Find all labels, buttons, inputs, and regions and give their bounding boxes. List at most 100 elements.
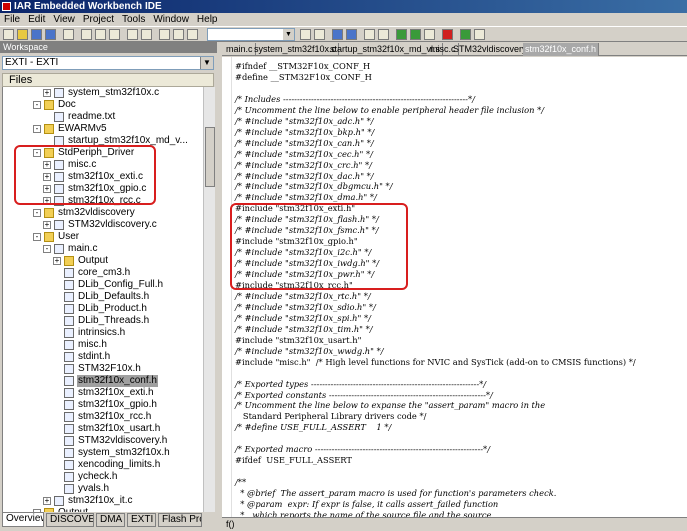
tab-flash-prog[interactable]: Flash Prog (158, 513, 202, 527)
editor-tab-stm32f10x-conf-h[interactable]: stm32f10x_conf.h (523, 43, 600, 56)
collapse-icon[interactable]: - (43, 245, 51, 253)
bookmark-icon[interactable] (332, 29, 343, 40)
download-debug-icon[interactable] (474, 29, 485, 40)
configuration-select[interactable]: EXTI - EXTI ▼ (2, 56, 214, 70)
code-line: #ifndef __STM32F10x_CONF_H (235, 61, 371, 71)
editor-tab-startup-s[interactable]: startup_stm32f10x_md_vl.s (328, 43, 444, 56)
find-next-icon[interactable] (173, 29, 184, 40)
file-icon (64, 484, 74, 494)
tree-item-label: core_cm3.h (78, 267, 131, 278)
editor-tabs: main.c system_stm32f10x.c startup_stm32f… (222, 42, 687, 56)
window-title: IAR Embedded Workbench IDE (14, 1, 162, 12)
file-icon (64, 340, 74, 350)
tree-item-label: EWARMv5 (58, 123, 107, 134)
folder-icon (44, 232, 54, 242)
tab-exti[interactable]: EXTI (127, 513, 156, 527)
find-icon[interactable] (159, 29, 170, 40)
replace-icon[interactable] (187, 29, 198, 40)
navigate-back-icon[interactable] (364, 29, 375, 40)
navigate-forward-icon[interactable] (378, 29, 389, 40)
menu-tools[interactable]: Tools (118, 13, 149, 26)
tree-item-label: stdint.h (78, 351, 111, 362)
editor-tab-system-c[interactable]: system_stm32f10x.c (252, 43, 340, 56)
tab-dma[interactable]: DMA (96, 513, 125, 527)
save-all-icon[interactable] (45, 29, 56, 40)
file-icon (64, 292, 74, 302)
expand-icon[interactable]: + (43, 497, 51, 505)
menu-file[interactable]: File (0, 13, 24, 26)
debug-icon[interactable] (460, 29, 471, 40)
file-icon (54, 244, 64, 254)
menu-edit[interactable]: Edit (24, 13, 49, 26)
cut-icon[interactable] (81, 29, 92, 40)
code-line: /* #include "stm32f10x_sdio.h" */ (235, 301, 376, 312)
tab-discover[interactable]: DISCOVER (46, 513, 94, 527)
tree-item-label: system_stm32f10x.c (68, 87, 160, 98)
code-editor[interactable]: #ifndef __STM32F10x_CONF_H #define __STM3… (222, 57, 687, 531)
code-line: /* #include "stm32f10x_can.h" */ (235, 137, 374, 148)
find-combo[interactable]: ▼ (207, 28, 295, 41)
save-icon[interactable] (31, 29, 42, 40)
compile-icon[interactable] (396, 29, 407, 40)
menu-project[interactable]: Project (79, 13, 118, 26)
code-line: /* Exported types ----------------------… (235, 378, 487, 389)
go-to-line-icon[interactable] (314, 29, 325, 40)
app-icon (2, 2, 11, 11)
collapse-icon[interactable]: - (33, 101, 41, 109)
tree-item-label: STM32vldiscovery.h (78, 435, 168, 446)
paste-icon[interactable] (109, 29, 120, 40)
file-icon (64, 364, 74, 374)
stop-build-icon[interactable] (424, 29, 435, 40)
open-folder-icon[interactable] (17, 29, 28, 40)
tree-item-label: xencoding_limits.h (78, 459, 161, 470)
editor-gutter[interactable] (222, 57, 232, 531)
undo-icon[interactable] (127, 29, 138, 40)
collapse-icon[interactable]: - (33, 233, 41, 241)
editor-tab-main-c[interactable]: main.c (224, 43, 256, 56)
scrollbar-thumb[interactable] (205, 127, 215, 187)
tree-item-label: stm32f10x_rcc.h (78, 411, 152, 422)
expand-icon[interactable]: + (43, 89, 51, 97)
workspace-title: Workspace (0, 42, 217, 53)
menu-help[interactable]: Help (193, 13, 222, 26)
chevron-down-icon[interactable]: ▼ (283, 29, 294, 40)
tree-item-label: DLib_Threads.h (78, 315, 150, 326)
file-icon (64, 328, 74, 338)
tree-item-label: main.c (68, 243, 98, 254)
tree-item-label: system_stm32f10x.h (78, 447, 170, 458)
function-nav-icon[interactable]: f() (226, 519, 235, 529)
new-file-icon[interactable] (3, 29, 14, 40)
code-line: * @brief The assert_param macro is used … (235, 488, 557, 499)
tree-scrollbar[interactable] (203, 87, 215, 512)
redo-icon[interactable] (141, 29, 152, 40)
expand-icon[interactable]: + (43, 221, 51, 229)
chevron-down-icon[interactable]: ▼ (200, 57, 213, 69)
highlight-enabled-includes (230, 203, 408, 290)
tree-item-label: readme.txt (68, 111, 116, 122)
expand-icon[interactable]: + (53, 257, 61, 265)
title-bar: IAR Embedded Workbench IDE (0, 0, 687, 13)
find-in-files-icon[interactable] (300, 29, 311, 40)
toggle-breakpoint-icon[interactable] (442, 29, 453, 40)
print-icon[interactable] (63, 29, 74, 40)
code-line: /* Exported constants ------------------… (235, 389, 493, 400)
menu-view[interactable]: View (49, 13, 79, 26)
menu-window[interactable]: Window (149, 13, 193, 26)
next-bookmark-icon[interactable] (346, 29, 357, 40)
collapse-icon[interactable]: - (33, 209, 41, 217)
folder-icon (44, 100, 54, 110)
file-icon (64, 268, 74, 278)
folder-icon (44, 208, 54, 218)
tree-item-label: stm32f10x_usart.h (78, 423, 161, 434)
tree-item-label: Output (78, 255, 109, 266)
collapse-icon[interactable]: - (33, 125, 41, 133)
configuration-value: EXTI - EXTI (5, 57, 59, 68)
tab-overview[interactable]: Overview (2, 512, 44, 527)
folder-icon (64, 256, 74, 266)
tree-item-label: stm32f10x_conf.h (77, 375, 158, 387)
make-icon[interactable] (410, 29, 421, 40)
copy-icon[interactable] (95, 29, 106, 40)
files-column-header[interactable]: Files (2, 73, 214, 87)
code-line: /* #include "stm32f10x_bkp.h" */ (235, 126, 375, 137)
tree-item-label: stm32f10x_it.c (68, 495, 133, 506)
